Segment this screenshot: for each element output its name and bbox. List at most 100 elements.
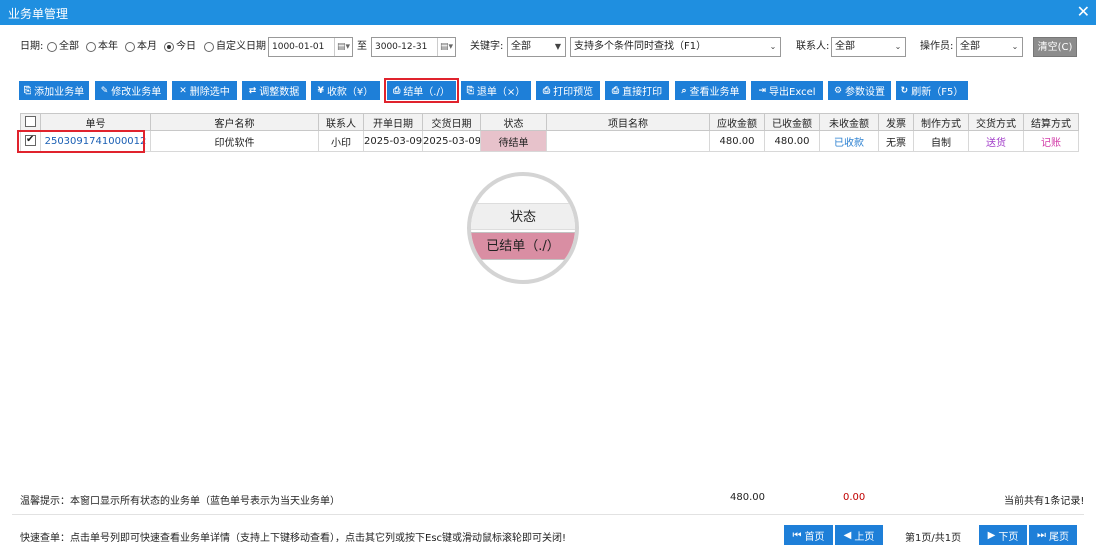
- gear-icon: ⚙: [833, 85, 843, 96]
- table-header-row: 单号 客户名称 联系人 开单日期 交货日期 状态 项目名称 应收金额 已收金额 …: [20, 113, 1079, 131]
- receive-payment-button[interactable]: ¥ 收款（¥）: [311, 81, 380, 100]
- hint-text: 温馨提示：本窗口显示所有状态的业务单（蓝色单号表示为当天业务单）: [20, 496, 340, 507]
- keyword-field-select[interactable]: 全部 ▼: [507, 37, 566, 57]
- operator-label: 操作员:: [920, 41, 954, 52]
- radio-month[interactable]: 本月: [125, 37, 157, 57]
- date-to-input[interactable]: 3000-12-31 ▤▾: [371, 37, 456, 57]
- delete-selected-button[interactable]: ✕ 删除选中: [172, 81, 237, 100]
- col-header[interactable]: 未收金额: [819, 113, 879, 131]
- date-label: 日期:: [20, 41, 44, 52]
- print-preview-button[interactable]: ⎙ 打印预览: [536, 81, 600, 100]
- delivery-method-cell[interactable]: 送货: [968, 130, 1024, 152]
- table-row[interactable]: 2503091741000012 印优软件 小印 2025-03-09 2025…: [20, 130, 1079, 152]
- search-input[interactable]: 支持多个条件同时查找（F1） ⌄: [570, 37, 781, 57]
- col-header[interactable]: 交货方式: [968, 113, 1024, 131]
- order-table: 单号 客户名称 联系人 开单日期 交货日期 状态 项目名称 应收金额 已收金额 …: [20, 113, 1079, 152]
- radio-dot: [164, 42, 174, 52]
- refund-order-button[interactable]: ⎘ 退单（×）: [461, 81, 531, 100]
- close-icon[interactable]: ✕: [1077, 2, 1090, 21]
- add-doc-icon: ⎘: [23, 85, 32, 96]
- page-info: 第1页/共1页: [905, 533, 962, 544]
- contact-select[interactable]: 全部 ⌄: [831, 37, 906, 57]
- chevron-down-icon: ⌄: [769, 42, 777, 51]
- project-cell[interactable]: [546, 130, 710, 152]
- date-from-input[interactable]: 1000-01-01 ▤▾: [268, 37, 353, 57]
- received-cell[interactable]: 480.00: [764, 130, 820, 152]
- invoice-cell[interactable]: 无票: [878, 130, 914, 152]
- refresh-button[interactable]: ↻ 刷新（F5）: [896, 81, 968, 100]
- preview-icon: ⎙: [542, 85, 551, 96]
- chevron-down-icon: ▼: [554, 42, 562, 51]
- settings-button[interactable]: ⚙ 参数设置: [828, 81, 891, 100]
- next-page-button[interactable]: ▶ 下页: [979, 525, 1027, 545]
- clear-button[interactable]: 清空(C): [1033, 37, 1077, 57]
- select-all-cell[interactable]: [20, 113, 41, 131]
- radio-dot: [47, 42, 57, 52]
- footer-divider: [12, 514, 1084, 515]
- col-header[interactable]: 联系人: [318, 113, 364, 131]
- customer-cell[interactable]: 印优软件: [150, 130, 319, 152]
- record-count: 当前共有1条记录!: [1004, 496, 1085, 507]
- calendar-icon[interactable]: ▤▾: [334, 38, 352, 56]
- title-bar: 业务单管理 ✕: [0, 0, 1096, 25]
- prev-page-icon: ◀: [843, 529, 852, 541]
- first-page-icon: ⏮: [792, 529, 802, 541]
- date-separator: 至: [357, 41, 367, 52]
- select-all-checkbox[interactable]: [25, 116, 36, 128]
- radio-year[interactable]: 本年: [86, 37, 118, 57]
- status-zoom-callout: 状态 已结单（./）: [467, 172, 579, 284]
- chevron-down-icon: ⌄: [894, 42, 902, 51]
- total-receivable: 480.00: [730, 492, 765, 503]
- edit-icon: ✎: [100, 85, 109, 96]
- settle-button-highlight: [384, 78, 459, 103]
- next-page-icon: ▶: [987, 529, 996, 541]
- col-header[interactable]: 已收金额: [764, 113, 820, 131]
- refund-doc-icon: ⎘: [466, 85, 474, 96]
- view-order-button[interactable]: ⌕ 查看业务单: [675, 81, 746, 100]
- col-header[interactable]: 状态: [480, 113, 547, 131]
- chevron-down-icon: ⌄: [1011, 42, 1019, 51]
- col-header[interactable]: 交货日期: [422, 113, 481, 131]
- col-header[interactable]: 发票: [878, 113, 914, 131]
- export-icon: ⇥: [758, 85, 767, 96]
- calendar-icon[interactable]: ▤▾: [437, 38, 455, 56]
- contact-label: 联系人:: [796, 41, 830, 52]
- col-header[interactable]: 客户名称: [150, 113, 319, 131]
- radio-custom[interactable]: 自定义日期: [204, 37, 266, 57]
- radio-dot: [204, 42, 214, 52]
- col-header[interactable]: 结算方式: [1023, 113, 1079, 131]
- export-excel-button[interactable]: ⇥ 导出Excel: [751, 81, 823, 100]
- zoom-status-value: 已结单（./）: [471, 232, 575, 260]
- last-page-icon: ⏭: [1037, 529, 1046, 541]
- first-page-button[interactable]: ⏮ 首页: [784, 525, 833, 545]
- production-cell[interactable]: 自制: [913, 130, 969, 152]
- radio-all[interactable]: 全部: [47, 37, 79, 57]
- edit-order-button[interactable]: ✎ 修改业务单: [95, 81, 167, 100]
- col-header[interactable]: 开单日期: [363, 113, 423, 131]
- col-header[interactable]: 制作方式: [913, 113, 969, 131]
- radio-today[interactable]: 今日: [164, 37, 196, 57]
- delivery-date-cell[interactable]: 2025-03-09: [422, 130, 481, 152]
- col-header[interactable]: 单号: [40, 113, 151, 131]
- settlement-cell[interactable]: 记账: [1023, 130, 1079, 152]
- radio-dot: [86, 42, 96, 52]
- receivable-cell[interactable]: 480.00: [709, 130, 765, 152]
- total-unreceived: 0.00: [843, 492, 866, 503]
- unreceived-cell[interactable]: 已收款: [819, 130, 879, 152]
- last-page-button[interactable]: ⏭ 尾页: [1029, 525, 1077, 545]
- open-date-cell[interactable]: 2025-03-09: [363, 130, 423, 152]
- window-title: 业务单管理: [8, 7, 69, 21]
- operator-select[interactable]: 全部 ⌄: [956, 37, 1023, 57]
- direct-print-button[interactable]: ⎙ 直接打印: [605, 81, 669, 100]
- col-header[interactable]: 应收金额: [709, 113, 765, 131]
- prev-page-button[interactable]: ◀ 上页: [835, 525, 883, 545]
- col-header[interactable]: 项目名称: [546, 113, 710, 131]
- add-order-button[interactable]: ⎘ 添加业务单: [19, 81, 89, 100]
- toolbar: ⎘ 添加业务单 ✎ 修改业务单 ✕ 删除选中 ⇄ 调整数据 ¥ 收款（¥） ⎙ 结单（./）…: [0, 81, 1096, 100]
- swap-icon: ⇄: [248, 85, 257, 96]
- delete-icon: ✕: [179, 85, 187, 96]
- adjust-data-button[interactable]: ⇄ 调整数据: [242, 81, 306, 100]
- filter-bar: 日期: 全部 本年 本月 今日 自定义日期 1000-01-01 ▤▾ 至 30…: [0, 37, 1096, 57]
- contact-cell[interactable]: 小印: [318, 130, 364, 152]
- status-cell[interactable]: 待结单: [480, 130, 547, 152]
